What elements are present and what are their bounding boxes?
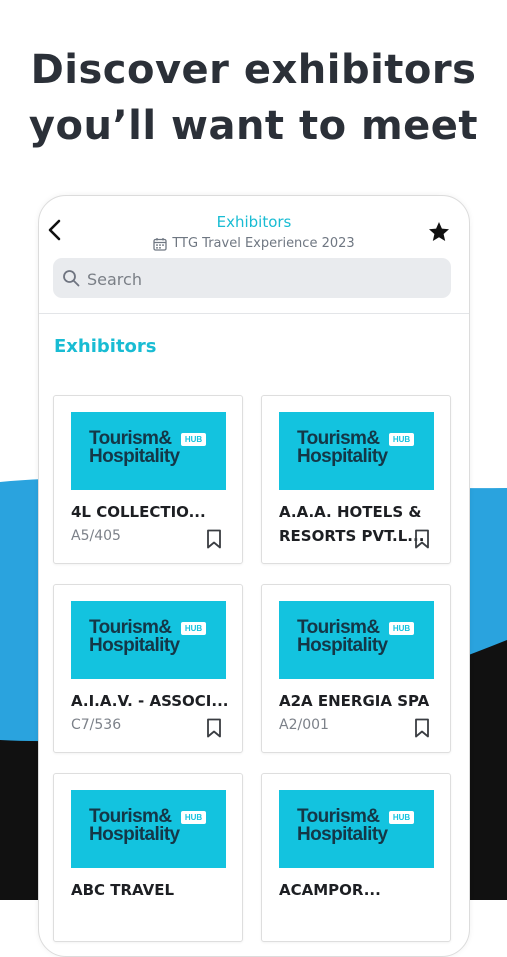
- exhibitor-name-line-1: A.A.A. HOTELS &: [279, 503, 422, 521]
- exhibitor-logo: Tourism& Hospitality HUB: [279, 601, 434, 679]
- exhibitor-name-line-2: RESORTS PVT.L...: [279, 527, 425, 545]
- logo-text-line-2: Hospitality: [297, 635, 388, 656]
- hub-badge: HUB: [181, 622, 206, 635]
- hub-badge: HUB: [389, 433, 414, 446]
- bookmark-icon[interactable]: [206, 529, 222, 549]
- exhibitor-grid: Tourism& Hospitality HUB 4L COLLECTIO... …: [39, 196, 469, 956]
- hub-badge: HUB: [181, 811, 206, 824]
- hub-badge: HUB: [389, 622, 414, 635]
- exhibitor-card[interactable]: Tourism& Hospitality HUB A.A.A. HOTELS & R…: [261, 395, 451, 564]
- headline-line-1: Discover exhibitors: [30, 47, 477, 93]
- bookmark-icon[interactable]: [414, 718, 430, 738]
- exhibitor-card[interactable]: Tourism& Hospitality HUB ACAMPOR...: [261, 773, 451, 942]
- exhibitor-card[interactable]: Tourism& Hospitality HUB A2A ENERGIA SPA …: [261, 584, 451, 753]
- exhibitor-logo: Tourism& Hospitality HUB: [71, 601, 226, 679]
- logo-text-line-2: Hospitality: [89, 824, 180, 845]
- booth-number: A5/405: [71, 528, 121, 544]
- exhibitor-name: A2A ENERGIA SPA: [279, 692, 430, 710]
- exhibitor-name: A.I.A.V. - ASSOCI...: [71, 692, 229, 710]
- booth-number: C7/536: [71, 717, 122, 733]
- booth-number: A2/001: [279, 717, 329, 733]
- logo-text-line-2: Hospitality: [297, 446, 388, 467]
- phone-screen: Exhibitors TTG Travel Experience 2023 Se…: [38, 195, 470, 957]
- exhibitor-name: 4L COLLECTIO...: [71, 503, 206, 521]
- exhibitor-card[interactable]: Tourism& Hospitality HUB A.I.A.V. - ASSOC…: [53, 584, 243, 753]
- marketing-headline: Discover exhibitors you’ll want to meet: [0, 42, 507, 154]
- headline-line-2: you’ll want to meet: [28, 103, 479, 149]
- logo-text-line-2: Hospitality: [89, 635, 180, 656]
- exhibitor-logo: Tourism& Hospitality HUB: [71, 412, 226, 490]
- exhibitor-name: ABC TRAVEL: [71, 881, 175, 899]
- logo-text-line-2: Hospitality: [297, 824, 388, 845]
- exhibitor-logo: Tourism& Hospitality HUB: [279, 412, 434, 490]
- hub-badge: HUB: [181, 433, 206, 446]
- exhibitor-logo: Tourism& Hospitality HUB: [279, 790, 434, 868]
- bookmark-icon[interactable]: [414, 529, 430, 549]
- exhibitor-logo: Tourism& Hospitality HUB: [71, 790, 226, 868]
- exhibitor-card[interactable]: Tourism& Hospitality HUB 4L COLLECTIO... …: [53, 395, 243, 564]
- exhibitor-card[interactable]: Tourism& Hospitality HUB ABC TRAVEL: [53, 773, 243, 942]
- hub-badge: HUB: [389, 811, 414, 824]
- logo-text-line-2: Hospitality: [89, 446, 180, 467]
- exhibitor-name: ACAMPOR...: [279, 881, 381, 899]
- bookmark-icon[interactable]: [206, 718, 222, 738]
